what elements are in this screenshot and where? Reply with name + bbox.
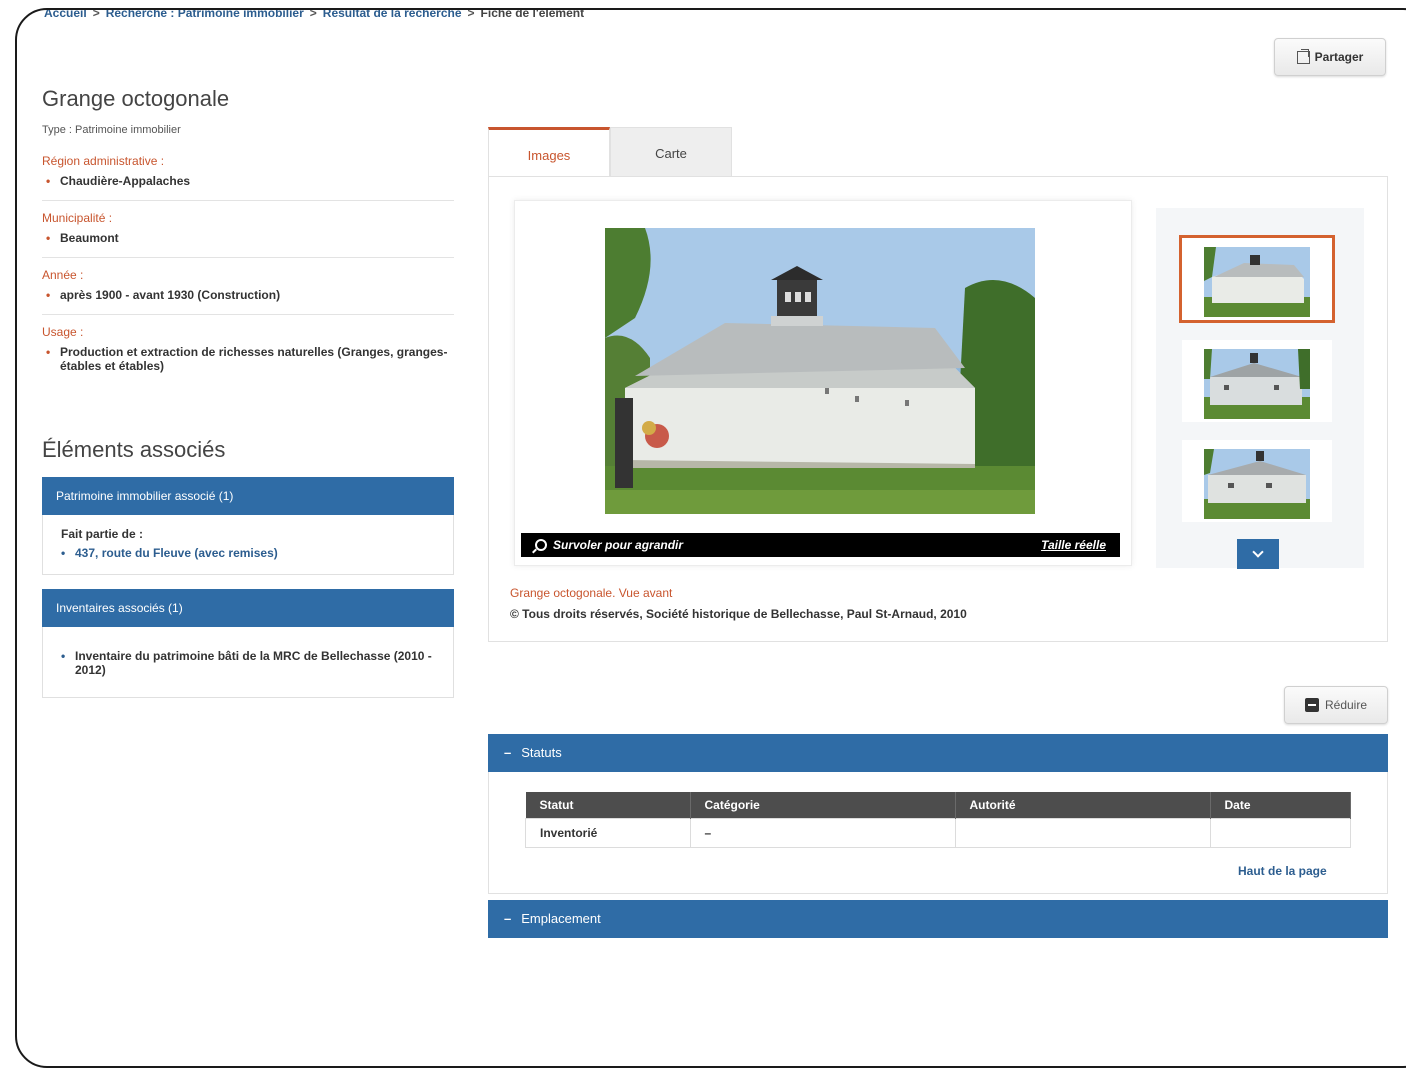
screen-frame [15,8,1406,1068]
